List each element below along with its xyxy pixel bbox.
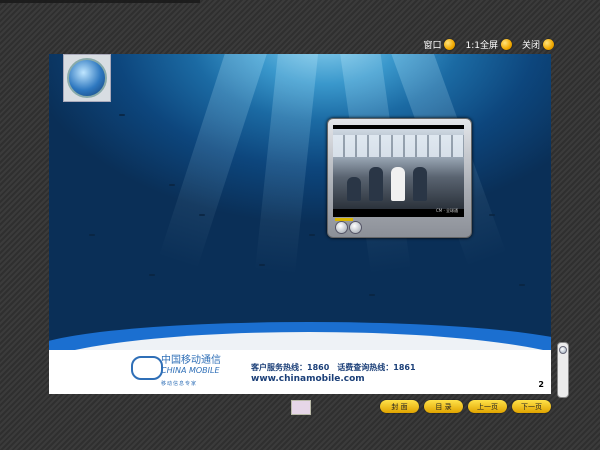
website-url[interactable]: www.chinamobile.com [251, 374, 365, 384]
person-figure [347, 177, 361, 201]
video-screen[interactable]: CM · 全球通 [333, 125, 464, 217]
brochure-page: CM · 全球通 中国移动通信 CHINA MOBILE 移动信息专家 客户服务… [49, 54, 551, 394]
person-figure [369, 167, 383, 201]
fish [259, 264, 265, 266]
page-number: 2 [538, 380, 544, 389]
fish [169, 184, 175, 186]
player-controls [333, 218, 464, 234]
person-figure [391, 167, 405, 201]
page-navigation: 封 面 目 录 上一页 下一页 [380, 400, 551, 413]
video-caption: CM · 全球通 [435, 208, 458, 213]
window-controls: 窗口 1:1全屏 关闭 [417, 38, 554, 51]
vertical-scrollbar[interactable] [557, 342, 569, 398]
fish [369, 294, 375, 296]
close-button[interactable]: 关闭 [522, 38, 554, 51]
window-mode-label: 窗口 [423, 41, 442, 51]
stop-icon[interactable] [349, 221, 362, 234]
fish [89, 234, 95, 236]
fish [199, 214, 205, 216]
person-figure [413, 167, 427, 201]
prev-page-button[interactable]: 上一页 [468, 400, 507, 413]
video-player: CM · 全球通 [327, 118, 472, 238]
airport-window [333, 135, 464, 157]
company-slogan: 移动信息专家 [161, 381, 198, 387]
close-icon [543, 39, 554, 50]
fullscreen-label: 1:1全屏 [465, 41, 498, 51]
company-name-en: CHINA MOBILE [161, 366, 220, 375]
contact-banner: 中国移动通信 CHINA MOBILE 移动信息专家 客户服务热线：1860 话… [49, 350, 551, 394]
fish [519, 284, 525, 286]
window-mode-button[interactable]: 窗口 [423, 38, 456, 51]
globe-icon [67, 58, 107, 98]
page-thumbnail[interactable] [291, 400, 311, 415]
logo-badge [63, 54, 111, 102]
window-mode-icon [444, 39, 456, 50]
china-mobile-logo-icon [131, 356, 163, 380]
contents-button[interactable]: 目 录 [424, 400, 463, 413]
close-label: 关闭 [521, 41, 540, 51]
top-edge-bar [0, 0, 200, 3]
scroll-thumb[interactable] [559, 346, 567, 354]
next-page-button[interactable]: 下一页 [512, 400, 551, 413]
fish [149, 274, 155, 276]
fish [119, 114, 125, 116]
hotline-text: 客户服务热线：1860 话费查询热线：1861 [251, 363, 416, 372]
fish [489, 214, 495, 216]
fullscreen-button[interactable]: 1:1全屏 [465, 38, 512, 51]
company-name: 中国移动通信 [161, 355, 221, 366]
video-frame [333, 129, 464, 209]
cover-button[interactable]: 封 面 [380, 400, 419, 413]
fullscreen-icon [500, 39, 512, 50]
fish [309, 234, 315, 236]
play-icon[interactable] [335, 221, 348, 234]
